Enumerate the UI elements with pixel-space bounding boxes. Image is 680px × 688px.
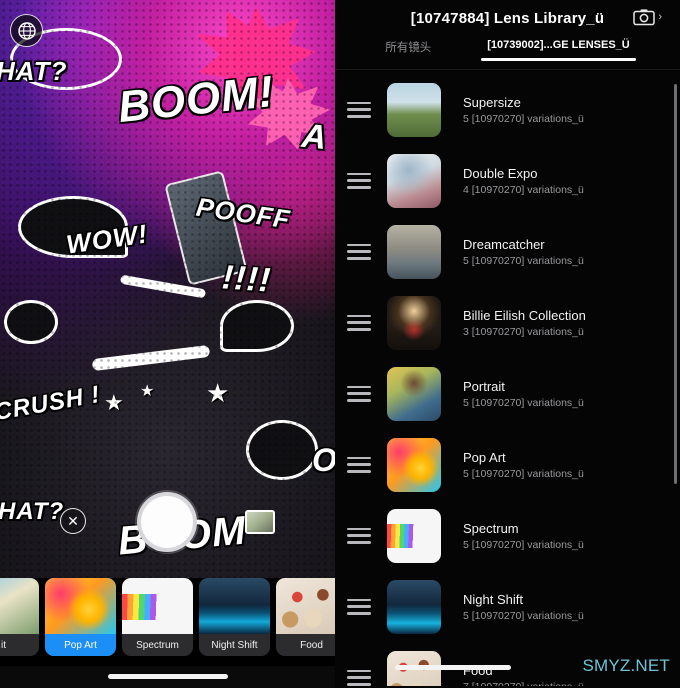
list-item-meta: Billie Eilish Collection 3 [10970270] va… bbox=[463, 308, 586, 338]
list-item[interactable]: Supersize 5 [10970270] variations_ü bbox=[335, 74, 680, 145]
library-tabs: 所有镜头 [10739002]...GE LENSES_Ü bbox=[335, 36, 680, 70]
camera-preview[interactable]: ★ ★ ★ BOOM! WOW! POOFF !!!! CRUSH ! BOOM… bbox=[0, 0, 335, 578]
chevron-right-icon: › bbox=[658, 11, 662, 23]
lens-library-pane: [10747884] Lens Library_ü › 所有镜头 [107390… bbox=[335, 0, 680, 688]
carousel-item-spectrum[interactable]: Spectrum bbox=[122, 578, 193, 656]
carousel-thumb bbox=[0, 578, 39, 634]
overlay-word: !!!! bbox=[220, 258, 273, 300]
carousel-thumb bbox=[45, 578, 116, 634]
list-item[interactable]: Night Shift 5 [10970270] variations_ü bbox=[335, 571, 680, 642]
overlay-word: A bbox=[300, 116, 330, 158]
lens-variations: 5 [10970270] variations_ü bbox=[463, 112, 584, 125]
lens-variations: 5 [10970270] variations_ü bbox=[463, 396, 584, 409]
lens-thumbnail bbox=[387, 366, 441, 421]
lens-variations: 4 [10970270] variations_ü bbox=[463, 183, 584, 196]
lens-carousel[interactable]: it Pop Art Spectrum Night Shift Food bbox=[0, 578, 335, 666]
drag-handle-icon[interactable] bbox=[347, 172, 371, 189]
lens-thumbnail bbox=[387, 508, 441, 563]
overlay-word: O bbox=[312, 444, 335, 476]
carousel-item-night-shift[interactable]: Night Shift bbox=[199, 578, 270, 656]
library-scrollbar[interactable] bbox=[674, 84, 677, 484]
carousel-item-label: Spectrum bbox=[122, 634, 193, 656]
globe-icon[interactable] bbox=[10, 14, 43, 47]
drag-handle-icon[interactable] bbox=[347, 456, 371, 473]
list-item[interactable]: Billie Eilish Collection 3 [10970270] va… bbox=[335, 287, 680, 358]
list-item[interactable]: Portrait 5 [10970270] variations_ü bbox=[335, 358, 680, 429]
lens-variations: 5 [10970270] variations_ü bbox=[463, 254, 584, 267]
list-item[interactable]: Pop Art 5 [10970270] variations_ü bbox=[335, 429, 680, 500]
lens-thumbnail bbox=[387, 579, 441, 634]
site-watermark: SMYZ.NET bbox=[582, 656, 670, 675]
lens-variations: 5 [10970270] variations_ü bbox=[463, 609, 584, 622]
carousel-thumb bbox=[199, 578, 270, 634]
carousel-item-pop-art[interactable]: Pop Art bbox=[45, 578, 116, 656]
lens-thumbnail bbox=[387, 437, 441, 492]
list-item-meta: Portrait 5 [10970270] variations_ü bbox=[463, 379, 584, 409]
list-item[interactable]: Dreamcatcher 5 [10970270] variations_ü bbox=[335, 216, 680, 287]
carousel-item-label: Night Shift bbox=[199, 634, 270, 656]
carousel-item-portrait[interactable]: it bbox=[0, 578, 39, 656]
lens-thumbnail bbox=[387, 295, 441, 350]
lens-variations: 5 [10970270] variations_ü bbox=[463, 538, 584, 551]
gallery-thumbnail[interactable] bbox=[245, 510, 275, 534]
drag-handle-icon[interactable] bbox=[347, 598, 371, 615]
drag-handle-icon[interactable] bbox=[347, 314, 371, 331]
lens-name: Pop Art bbox=[463, 449, 506, 465]
list-item-meta: Dreamcatcher 5 [10970270] variations_ü bbox=[463, 237, 584, 267]
carousel-item-label: Food bbox=[276, 634, 335, 656]
library-header: [10747884] Lens Library_ü › bbox=[335, 0, 680, 36]
overlay-word: HAT? bbox=[0, 56, 68, 86]
overlay-word: HAT? bbox=[0, 498, 65, 525]
lens-list[interactable]: Supersize 5 [10970270] variations_ü Doub… bbox=[335, 70, 680, 686]
lens-name: Portrait bbox=[463, 378, 505, 394]
lens-name: Double Expo bbox=[463, 165, 538, 181]
lens-variations: 3 [10970270] variations_ü bbox=[463, 325, 584, 338]
shutter-button[interactable] bbox=[137, 492, 197, 552]
app-root: ★ ★ ★ BOOM! WOW! POOFF !!!! CRUSH ! BOOM… bbox=[0, 0, 680, 688]
lens-variations: 5 [10970270] variations_ü bbox=[463, 467, 584, 480]
lens-name: Night Shift bbox=[463, 591, 523, 607]
lens-thumbnail bbox=[387, 82, 441, 137]
lens-thumbnail bbox=[387, 153, 441, 208]
drag-handle-icon[interactable] bbox=[347, 669, 371, 686]
lens-name: Dreamcatcher bbox=[463, 236, 545, 252]
list-home-indicator bbox=[395, 665, 511, 670]
drag-handle-icon[interactable] bbox=[347, 243, 371, 260]
carousel-item-label: it bbox=[0, 634, 39, 656]
carousel-item-food[interactable]: Food bbox=[276, 578, 335, 656]
list-item-meta: Double Expo 4 [10970270] variations_ü bbox=[463, 166, 584, 196]
list-item-meta: Night Shift 5 [10970270] variations_ü bbox=[463, 592, 584, 622]
drag-handle-icon[interactable] bbox=[347, 527, 371, 544]
list-item-meta: Pop Art 5 [10970270] variations_ü bbox=[463, 450, 584, 480]
drag-handle-icon[interactable] bbox=[347, 101, 371, 118]
tab-ge-lenses[interactable]: [10739002]...GE LENSES_Ü bbox=[481, 39, 637, 61]
lens-name: Supersize bbox=[463, 94, 521, 110]
home-indicator bbox=[108, 674, 228, 679]
lens-name: Spectrum bbox=[463, 520, 519, 536]
drag-handle-icon[interactable] bbox=[347, 385, 371, 402]
lens-thumbnail bbox=[387, 224, 441, 279]
lens-variations: 7 [10970270] variations_ü bbox=[463, 681, 584, 687]
page-title: [10747884] Lens Library_ü bbox=[410, 9, 605, 27]
camera-pane: ★ ★ ★ BOOM! WOW! POOFF !!!! CRUSH ! BOOM… bbox=[0, 0, 335, 688]
list-item[interactable]: Spectrum 5 [10970270] variations_ü bbox=[335, 500, 680, 571]
camera-icon[interactable]: › bbox=[633, 8, 662, 26]
carousel-thumb bbox=[276, 578, 335, 634]
list-item-meta: Supersize 5 [10970270] variations_ü bbox=[463, 95, 584, 125]
tab-all-lenses[interactable]: 所有镜头 bbox=[385, 39, 431, 65]
carousel-item-label: Pop Art bbox=[45, 634, 116, 656]
lens-name: Billie Eilish Collection bbox=[463, 307, 586, 323]
carousel-thumb bbox=[122, 578, 193, 634]
close-icon[interactable]: ✕ bbox=[60, 508, 86, 534]
list-item[interactable]: Double Expo 4 [10970270] variations_ü bbox=[335, 145, 680, 216]
list-item-meta: Spectrum 5 [10970270] variations_ü bbox=[463, 521, 584, 551]
